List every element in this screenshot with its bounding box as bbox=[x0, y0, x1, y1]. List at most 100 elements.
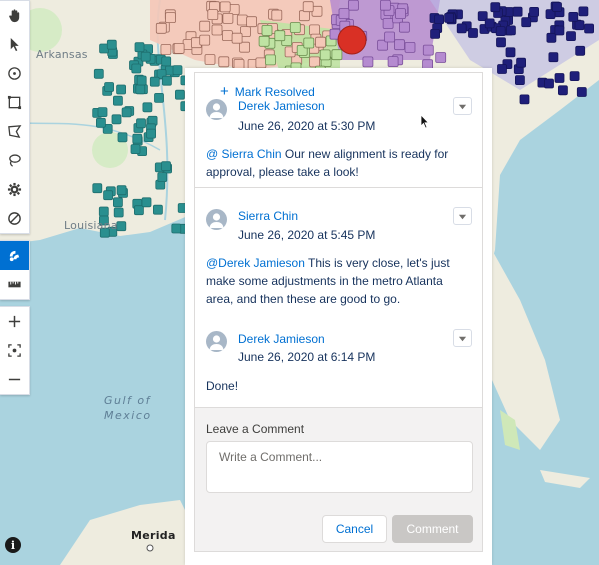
territory-block[interactable] bbox=[93, 68, 104, 79]
territory-block[interactable] bbox=[246, 16, 258, 28]
territory-block[interactable] bbox=[154, 93, 164, 103]
zoom-in-button[interactable] bbox=[0, 307, 29, 336]
fit-extent-button[interactable] bbox=[0, 336, 29, 365]
pan-button[interactable] bbox=[0, 1, 29, 30]
territory-block[interactable] bbox=[382, 18, 394, 29]
territory-block[interactable] bbox=[271, 9, 283, 21]
territory-block[interactable] bbox=[575, 45, 586, 56]
territory-block[interactable] bbox=[117, 132, 128, 143]
territory-block[interactable] bbox=[568, 11, 579, 22]
territory-block[interactable] bbox=[96, 117, 106, 128]
territory-block[interactable] bbox=[552, 2, 562, 12]
territory-block[interactable] bbox=[199, 34, 211, 46]
territory-block[interactable] bbox=[261, 24, 273, 36]
territory-block[interactable] bbox=[548, 52, 559, 63]
territory-block[interactable] bbox=[394, 39, 405, 51]
territory-block[interactable] bbox=[113, 95, 123, 106]
territory-block[interactable] bbox=[116, 185, 127, 196]
territory-block[interactable] bbox=[173, 43, 185, 54]
mention-link[interactable]: @ Sierra Chin bbox=[206, 147, 282, 161]
territory-block[interactable] bbox=[231, 32, 243, 44]
territory-block[interactable] bbox=[155, 22, 167, 34]
territory-block[interactable] bbox=[315, 36, 327, 48]
territory-block[interactable] bbox=[98, 206, 109, 217]
territory-block[interactable] bbox=[113, 197, 123, 208]
territory-block[interactable] bbox=[395, 8, 406, 20]
territory-block[interactable] bbox=[161, 75, 172, 86]
territory-block[interactable] bbox=[161, 56, 172, 67]
clear-selection-button[interactable] bbox=[0, 204, 29, 233]
territory-block[interactable] bbox=[497, 64, 507, 74]
territory-block[interactable] bbox=[121, 107, 132, 118]
territory-block[interactable] bbox=[554, 73, 565, 83]
settings-button[interactable] bbox=[0, 175, 29, 204]
territory-block[interactable] bbox=[133, 205, 144, 216]
territory-block[interactable] bbox=[362, 56, 374, 68]
lasso-select-button[interactable] bbox=[0, 146, 29, 175]
comment-submit-button[interactable]: Comment bbox=[392, 515, 473, 543]
territory-block[interactable] bbox=[106, 39, 117, 50]
comment-author[interactable]: Sierra Chin bbox=[238, 209, 298, 223]
territory-block[interactable] bbox=[303, 37, 315, 49]
territory-block[interactable] bbox=[274, 30, 286, 42]
mention-link[interactable]: @Derek Jamieson bbox=[206, 256, 305, 270]
zoom-out-button[interactable] bbox=[0, 365, 29, 394]
territory-block[interactable] bbox=[103, 190, 113, 201]
territory-block[interactable] bbox=[97, 107, 108, 117]
territory-block[interactable] bbox=[146, 128, 157, 139]
territory-block[interactable] bbox=[134, 42, 145, 53]
territory-block[interactable] bbox=[149, 76, 160, 87]
mark-resolved-button[interactable]: + Mark Resolved bbox=[220, 84, 315, 99]
cancel-button[interactable]: Cancel bbox=[322, 515, 387, 543]
rectangle-select-button[interactable] bbox=[0, 88, 29, 117]
territory-block[interactable] bbox=[161, 161, 171, 172]
territory-block[interactable] bbox=[505, 47, 516, 58]
territory-block[interactable] bbox=[222, 12, 234, 24]
territory-block[interactable] bbox=[165, 12, 176, 24]
territory-block[interactable] bbox=[152, 204, 163, 215]
territory-block[interactable] bbox=[578, 6, 589, 17]
territory-block[interactable] bbox=[298, 10, 310, 22]
territory-block[interactable] bbox=[258, 35, 270, 47]
territory-block[interactable] bbox=[519, 94, 530, 105]
layers-button[interactable] bbox=[0, 241, 29, 270]
territory-block[interactable] bbox=[204, 54, 216, 65]
territory-block[interactable] bbox=[199, 20, 211, 32]
territory-block[interactable] bbox=[544, 78, 554, 89]
territory-block[interactable] bbox=[505, 25, 516, 36]
territory-block[interactable] bbox=[484, 18, 495, 29]
comment-menu-button[interactable] bbox=[453, 207, 472, 225]
territory-block[interactable] bbox=[496, 37, 506, 48]
territory-block[interactable] bbox=[495, 26, 506, 37]
territory-block[interactable] bbox=[456, 23, 467, 34]
territory-block[interactable] bbox=[546, 32, 557, 43]
pointer-select-button[interactable] bbox=[0, 30, 29, 59]
territory-block[interactable] bbox=[380, 0, 391, 11]
polygon-select-button[interactable] bbox=[0, 117, 29, 146]
territory-block[interactable] bbox=[171, 223, 182, 234]
territory-block[interactable] bbox=[331, 49, 343, 61]
territory-block[interactable] bbox=[348, 0, 359, 11]
territory-block[interactable] bbox=[576, 87, 587, 97]
territory-block[interactable] bbox=[338, 8, 350, 20]
territory-block[interactable] bbox=[422, 44, 434, 56]
territory-block[interactable] bbox=[444, 12, 455, 23]
territory-block[interactable] bbox=[113, 207, 124, 218]
territory-block[interactable] bbox=[515, 75, 525, 85]
territory-block[interactable] bbox=[490, 2, 501, 13]
territory-block[interactable] bbox=[521, 17, 532, 28]
territory-block[interactable] bbox=[132, 133, 143, 144]
territory-block[interactable] bbox=[558, 85, 568, 96]
territory-block[interactable] bbox=[309, 24, 320, 36]
info-button[interactable]: i bbox=[5, 537, 21, 553]
territory-block[interactable] bbox=[236, 14, 248, 26]
comment-menu-button[interactable] bbox=[453, 329, 472, 347]
territory-block[interactable] bbox=[218, 56, 230, 68]
territory-block[interactable] bbox=[219, 1, 231, 13]
territory-block[interactable] bbox=[516, 57, 526, 68]
territory-block[interactable] bbox=[140, 51, 151, 62]
comment-author[interactable]: Derek Jamieson bbox=[238, 99, 325, 113]
territory-block[interactable] bbox=[289, 22, 301, 33]
territory-block[interactable] bbox=[131, 63, 142, 74]
territory-block[interactable] bbox=[265, 54, 276, 66]
